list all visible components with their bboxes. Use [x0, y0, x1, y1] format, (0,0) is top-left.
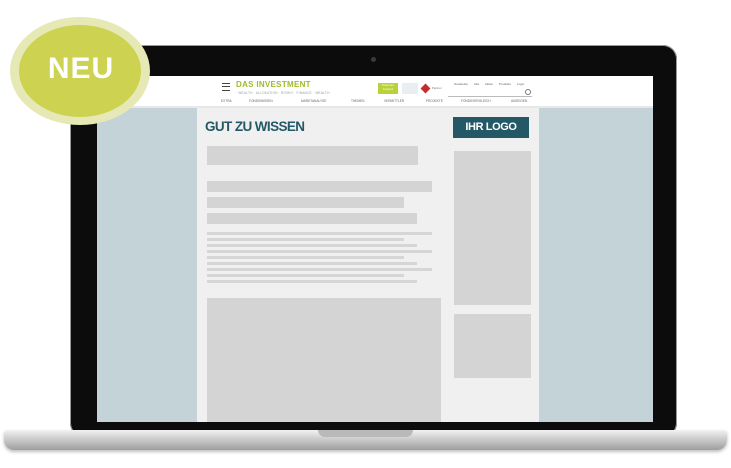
teaser-line-placeholder — [207, 213, 417, 224]
top-link-login[interactable]: Login — [517, 82, 524, 86]
top-link-abo[interactable]: Abo — [474, 82, 479, 86]
site-logo[interactable]: DAS INVESTMENT — [236, 80, 311, 89]
section-title: GUT ZU WISSEN — [205, 119, 305, 134]
text-line-placeholder — [207, 268, 432, 271]
teaser-line-placeholder — [207, 181, 432, 192]
partner-label: Partner — [432, 86, 442, 90]
promo-teaser[interactable] — [402, 83, 418, 94]
top-link-produkte[interactable]: Produkte — [499, 82, 511, 86]
premium-content-banner[interactable]: Premium Content — [378, 83, 398, 94]
laptop-notch — [318, 430, 413, 437]
nav-item-anzeigen[interactable]: ANZEIGEN — [511, 99, 527, 103]
top-link-newsletter[interactable]: Newsletter — [454, 82, 468, 86]
text-line-placeholder — [207, 274, 404, 277]
site-tagline: · WEALTH · ALLOKATION · RISIKO · FINANCE… — [236, 91, 330, 95]
webcam-icon — [371, 57, 376, 62]
partner-logo-icon[interactable] — [420, 83, 431, 94]
top-link-aktien[interactable]: Aktien — [485, 82, 493, 86]
nav-item-extra[interactable]: EXTRA — [221, 99, 232, 103]
hamburger-menu-icon[interactable] — [222, 83, 230, 91]
text-line-placeholder — [207, 280, 417, 283]
sidebar-ad-placeholder — [454, 151, 531, 305]
text-line-placeholder — [207, 256, 404, 259]
search-icon[interactable] — [525, 89, 531, 95]
nav-item-vermittler[interactable]: VERMITTLER — [384, 99, 404, 103]
nav-item-themen[interactable]: THEMEN — [351, 99, 364, 103]
text-line-placeholder — [207, 250, 432, 253]
logo-placeholder: IHR LOGO — [453, 117, 529, 138]
text-line-placeholder — [207, 244, 417, 247]
text-line-placeholder — [207, 238, 404, 241]
teaser-line-placeholder — [207, 197, 404, 208]
image-placeholder — [207, 298, 441, 422]
new-badge-label: NEU — [47, 52, 115, 85]
top-links: Newsletter Abo Aktien Produkte Login — [454, 82, 524, 86]
sidebar-box-placeholder — [454, 314, 531, 378]
nav-item-projekte[interactable]: PROJEKTE — [426, 99, 443, 103]
site-header: DAS INVESTMENT · WEALTH · ALLOKATION · R… — [97, 76, 653, 106]
nav-item-fondswissen[interactable]: FONDSWISSEN — [249, 99, 273, 103]
nav-item-marktanalyse[interactable]: MARKTANALYSE — [301, 99, 326, 103]
text-line-placeholder — [207, 232, 432, 235]
text-line-placeholder — [207, 262, 417, 265]
headline-placeholder — [207, 146, 418, 165]
nav-item-fondsvergleich[interactable]: FONDSVERGLEICH — [461, 99, 491, 103]
laptop-screen: DAS INVESTMENT · WEALTH · ALLOKATION · R… — [97, 76, 653, 422]
search-input[interactable] — [448, 89, 532, 97]
